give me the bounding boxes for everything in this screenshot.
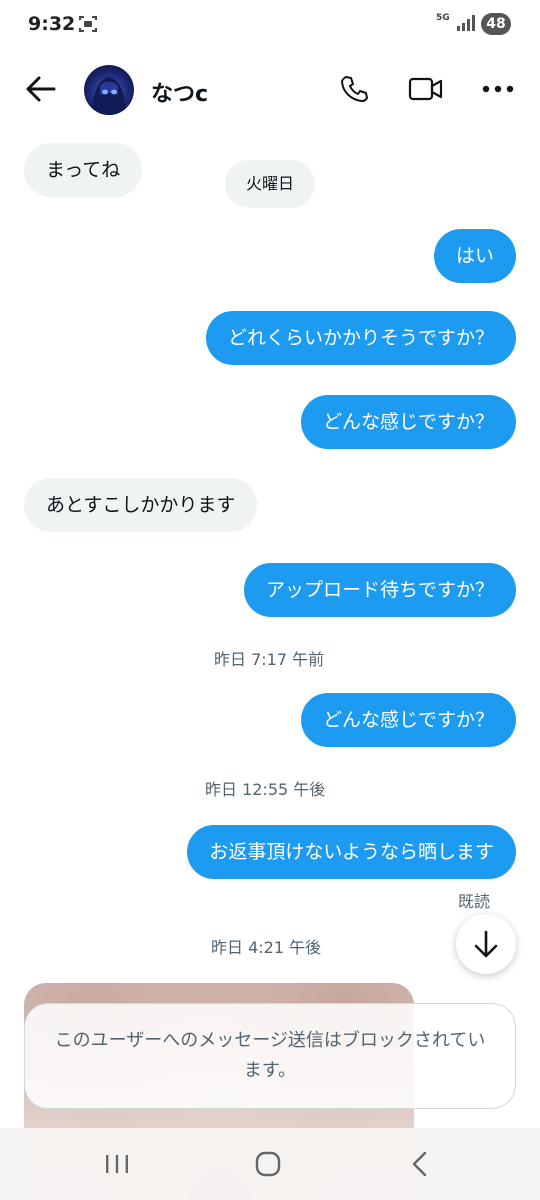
message-incoming[interactable]: あとすこしかかります xyxy=(24,478,258,532)
message-outgoing[interactable]: どれくらいかかりそうですか？ xyxy=(205,311,516,365)
day-separator: 火曜日 xyxy=(225,160,315,208)
system-navigation-bar xyxy=(0,1128,540,1200)
message-timestamp: 昨日 7:17 午前 xyxy=(214,650,325,669)
battery-indicator: 48 xyxy=(481,13,511,35)
status-time: 9:32 xyxy=(28,13,76,35)
message-outgoing[interactable]: アップロード待ちですか？ xyxy=(243,563,516,617)
more-options-icon[interactable] xyxy=(480,82,516,96)
message-outgoing[interactable]: はい xyxy=(433,229,516,283)
signal-icon xyxy=(457,15,475,31)
message-outgoing[interactable]: お返事頂けないようなら晒します xyxy=(187,825,516,879)
home-icon[interactable] xyxy=(254,1150,282,1178)
contact-name[interactable]: なつc xyxy=(151,76,208,108)
screenshot-indicator-icon xyxy=(79,16,97,32)
status-bar: 9:32 5G 48 xyxy=(0,0,540,52)
scroll-to-bottom-button[interactable] xyxy=(456,914,516,974)
avatar[interactable] xyxy=(84,65,134,115)
recent-apps-icon[interactable] xyxy=(103,1152,131,1176)
message-timestamp: 昨日 4:21 午後 xyxy=(211,938,322,957)
message-outgoing[interactable]: どんな感じですか？ xyxy=(300,395,516,449)
avatar-image xyxy=(92,77,126,115)
system-back-icon[interactable] xyxy=(409,1150,431,1178)
message-timestamp: 昨日 12:55 午後 xyxy=(205,780,326,799)
blocked-notice: このユーザーへのメッセージ送信はブロックされています。 xyxy=(24,1003,516,1109)
message-outgoing[interactable]: どんな感じですか？ xyxy=(300,693,516,747)
message-incoming[interactable]: まってね xyxy=(24,143,143,197)
phone-icon[interactable] xyxy=(339,74,369,104)
network-type: 5G xyxy=(436,13,450,23)
back-arrow-icon[interactable] xyxy=(24,74,58,104)
arrow-down-icon xyxy=(474,930,498,958)
conversation-header: なつc xyxy=(0,52,540,126)
video-camera-icon[interactable] xyxy=(408,74,444,104)
read-receipt: 既読 xyxy=(458,892,491,911)
